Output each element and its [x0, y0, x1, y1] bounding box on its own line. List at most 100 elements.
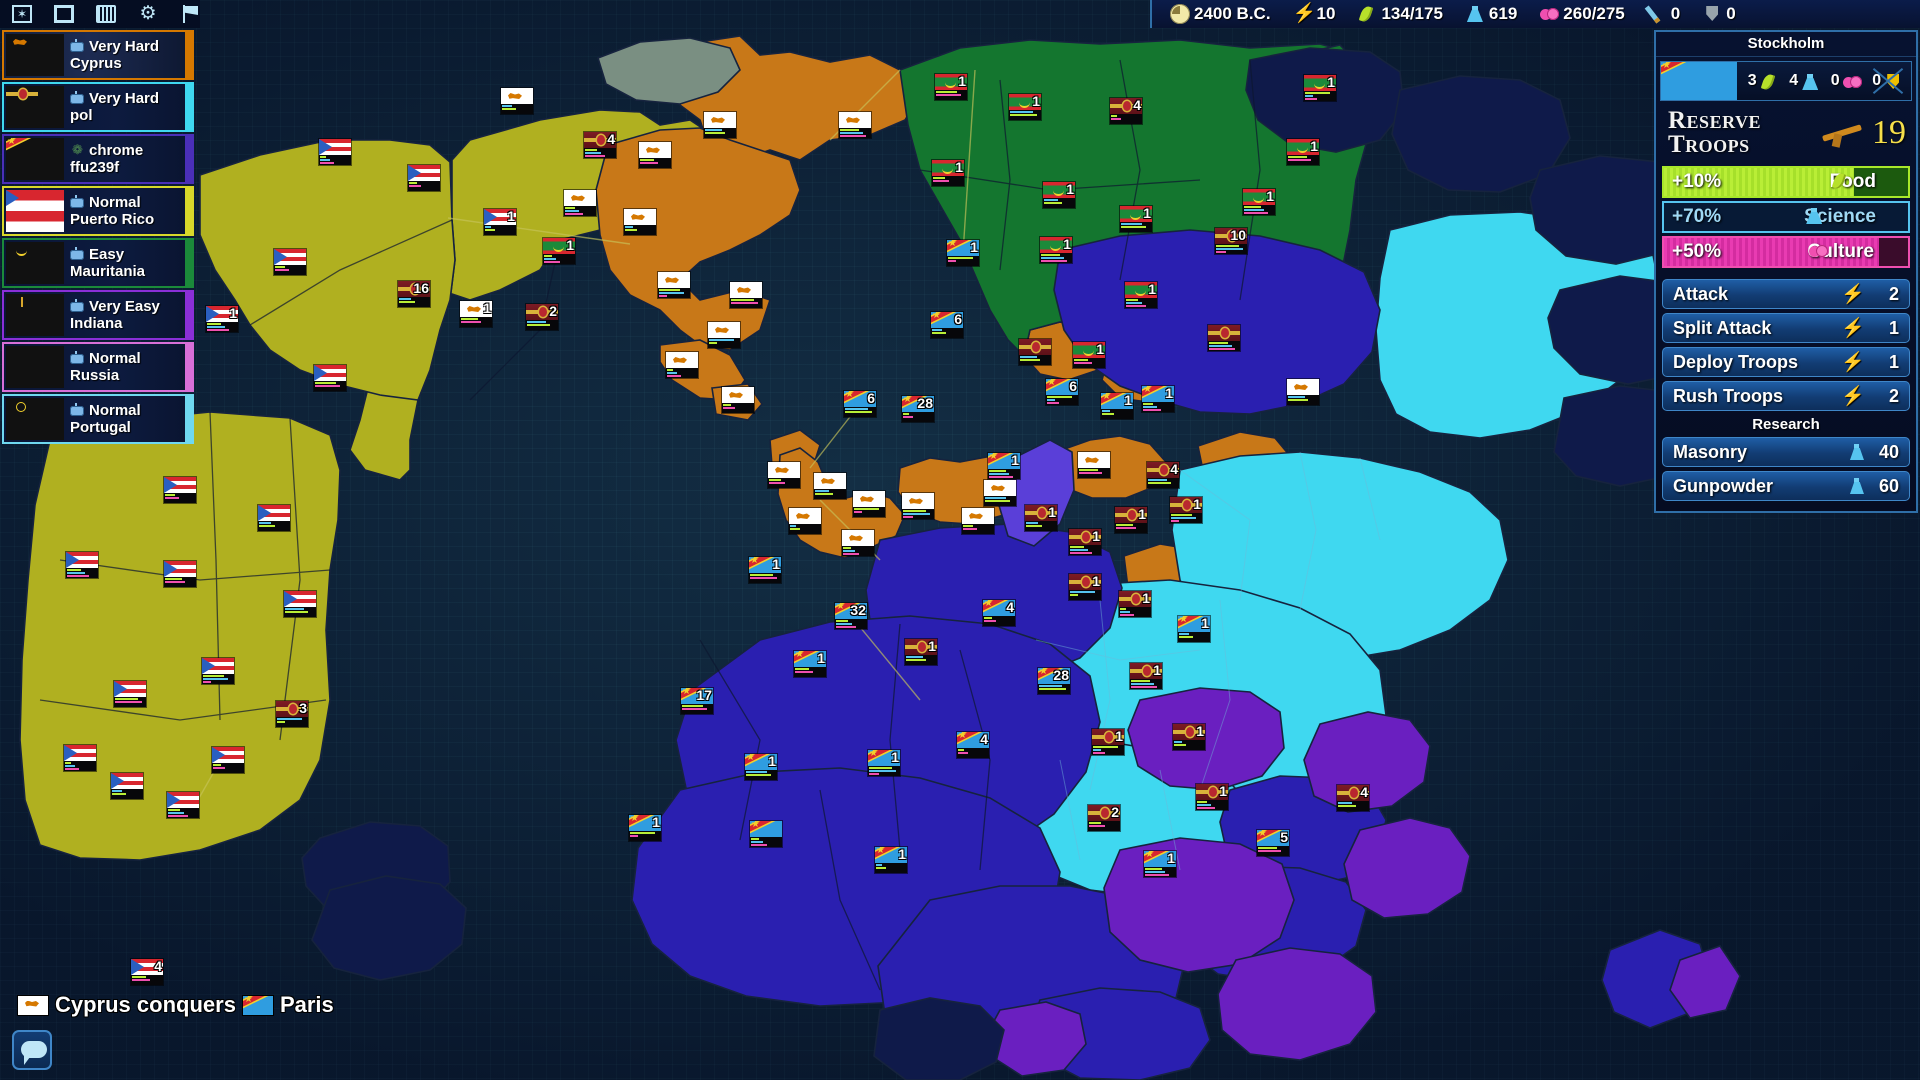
territory-marker[interactable]: 1 — [1144, 851, 1176, 877]
territory-marker[interactable] — [114, 681, 146, 707]
territory-marker[interactable] — [789, 508, 821, 534]
territory-marker[interactable]: 16 — [398, 281, 430, 307]
territory-marker[interactable]: 1 — [988, 453, 1020, 479]
player-row-pol[interactable]: Very Hard pol — [2, 82, 194, 132]
territory-marker[interactable] — [624, 209, 656, 235]
food-meter[interactable]: +10% Food — [1662, 166, 1910, 198]
culture-meter[interactable]: +50% Culture — [1662, 236, 1910, 268]
territory-marker[interactable]: 1 — [1073, 342, 1105, 368]
territory-marker[interactable]: 1 — [868, 750, 900, 776]
territory-marker[interactable]: 4 — [957, 732, 989, 758]
science-meter[interactable]: +70% Science — [1662, 201, 1910, 233]
territory-marker[interactable]: 4 — [983, 600, 1015, 626]
player-row-portugal[interactable]: Normal Portugal — [2, 394, 194, 444]
territory-marker[interactable]: 1 — [932, 160, 964, 186]
territory-marker[interactable] — [768, 462, 800, 488]
territory-marker[interactable]: 17 — [681, 688, 713, 714]
territory-marker[interactable]: 1 — [1178, 616, 1210, 642]
territory-marker[interactable]: 3 — [276, 701, 308, 727]
territory-marker[interactable]: 4 — [131, 959, 163, 985]
territory-marker[interactable] — [202, 658, 234, 684]
territory-marker[interactable] — [111, 773, 143, 799]
territory-marker[interactable]: 1 — [935, 74, 967, 100]
territory-marker[interactable]: 1 — [1043, 182, 1075, 208]
territory-marker[interactable]: 1 — [1130, 663, 1162, 689]
territory-marker[interactable] — [64, 745, 96, 771]
territory-marker[interactable]: 1 — [1120, 206, 1152, 232]
attack-button[interactable]: Attack ⚡ 2 — [1662, 279, 1910, 309]
territory-marker[interactable]: 6 — [844, 391, 876, 417]
territory-marker[interactable]: 1 — [1125, 282, 1157, 308]
territory-marker[interactable] — [839, 112, 871, 138]
territory-marker[interactable] — [639, 142, 671, 168]
territory-marker[interactable]: 4 — [1337, 785, 1369, 811]
territory-marker[interactable] — [1287, 379, 1319, 405]
action-buttons[interactable]: Attack ⚡ 2 Split Attack ⚡ 1 Deploy Troop… — [1656, 271, 1916, 511]
game-map[interactable]: 4111411111101111611261166281111114111141… — [0, 0, 1920, 1080]
territory-marker[interactable] — [658, 272, 690, 298]
territory-marker[interactable]: 1 — [1170, 497, 1202, 523]
keyboard-icon[interactable] — [96, 5, 116, 23]
rush-troops-button[interactable]: Rush Troops ⚡ 2 — [1662, 381, 1910, 411]
territory-marker[interactable] — [258, 505, 290, 531]
territory-marker[interactable] — [164, 561, 196, 587]
territory-marker[interactable]: 28 — [902, 396, 934, 422]
territory-marker[interactable]: 28 — [1038, 668, 1070, 694]
split-attack-button[interactable]: Split Attack ⚡ 1 — [1662, 313, 1910, 343]
territory-marker[interactable]: 1 — [905, 639, 937, 665]
player-row-ffu239f[interactable]: ❁ chromeffu239f — [2, 134, 194, 184]
territory-marker[interactable] — [1078, 452, 1110, 478]
chat-bubble-icon[interactable] — [12, 1030, 52, 1070]
territory-marker[interactable]: 1 — [1040, 237, 1072, 263]
territory-marker[interactable] — [167, 792, 199, 818]
territory-marker[interactable]: 1 — [1092, 729, 1124, 755]
close-window-icon[interactable] — [12, 5, 32, 23]
territory-marker[interactable] — [66, 552, 98, 578]
territory-marker[interactable]: 1 — [460, 301, 492, 327]
player-row-puerto-rico[interactable]: Normal Puerto Rico — [2, 186, 194, 236]
territory-marker[interactable]: 1 — [1173, 724, 1205, 750]
territory-marker[interactable]: 1 — [947, 240, 979, 266]
territory-marker[interactable] — [164, 477, 196, 503]
territory-marker[interactable]: 1 — [543, 238, 575, 264]
territory-marker[interactable]: 1 — [1069, 574, 1101, 600]
territory-marker[interactable] — [722, 387, 754, 413]
territory-marker[interactable]: 1 — [1287, 139, 1319, 165]
territory-marker[interactable]: 1 — [1243, 189, 1275, 215]
territory-marker[interactable] — [212, 747, 244, 773]
territory-marker[interactable]: 5 — [1257, 830, 1289, 856]
territory-marker[interactable]: 6 — [931, 312, 963, 338]
territory-marker[interactable]: 6 — [1046, 379, 1078, 405]
player-row-indiana[interactable]: Very Easy Indiana — [2, 290, 194, 340]
research-gunpowder-button[interactable]: Gunpowder 60 — [1662, 471, 1910, 501]
territory-marker[interactable] — [274, 249, 306, 275]
player-row-cyprus[interactable]: Very Hard Cyprus — [2, 30, 194, 80]
territory-marker[interactable] — [962, 508, 994, 534]
territory-marker[interactable] — [564, 190, 596, 216]
territory-marker[interactable] — [284, 591, 316, 617]
territory-marker[interactable] — [853, 491, 885, 517]
territory-marker[interactable] — [842, 530, 874, 556]
territory-marker[interactable] — [984, 480, 1016, 506]
territory-marker[interactable]: 4 — [1110, 98, 1142, 124]
territory-marker[interactable]: 1 — [1101, 393, 1133, 419]
territory-marker[interactable]: 1 — [484, 209, 516, 235]
territory-marker[interactable] — [708, 322, 740, 348]
territory-marker[interactable]: 1 — [1142, 386, 1174, 412]
gear-icon[interactable]: ⚙ — [138, 4, 158, 23]
deploy-troops-button[interactable]: Deploy Troops ⚡ 1 — [1662, 347, 1910, 377]
territory-marker[interactable]: 1 — [794, 651, 826, 677]
territory-marker[interactable]: 1 — [1196, 784, 1228, 810]
territory-marker[interactable]: 1 — [745, 754, 777, 780]
territory-marker[interactable]: 2 — [526, 304, 558, 330]
top-left-toolbar[interactable]: ⚙ — [0, 0, 200, 28]
territory-marker[interactable] — [319, 139, 351, 165]
territory-marker[interactable] — [750, 821, 782, 847]
territory-marker[interactable] — [704, 112, 736, 138]
territory-marker[interactable]: 4 — [584, 132, 616, 158]
territory-marker[interactable]: 1 — [749, 557, 781, 583]
player-list[interactable]: Very HardCyprusVery Hardpol❁chromeffu239… — [2, 30, 194, 446]
research-masonry-button[interactable]: Masonry 40 — [1662, 437, 1910, 467]
territory-marker[interactable] — [1208, 325, 1240, 351]
territory-marker[interactable]: 1 — [206, 306, 238, 332]
